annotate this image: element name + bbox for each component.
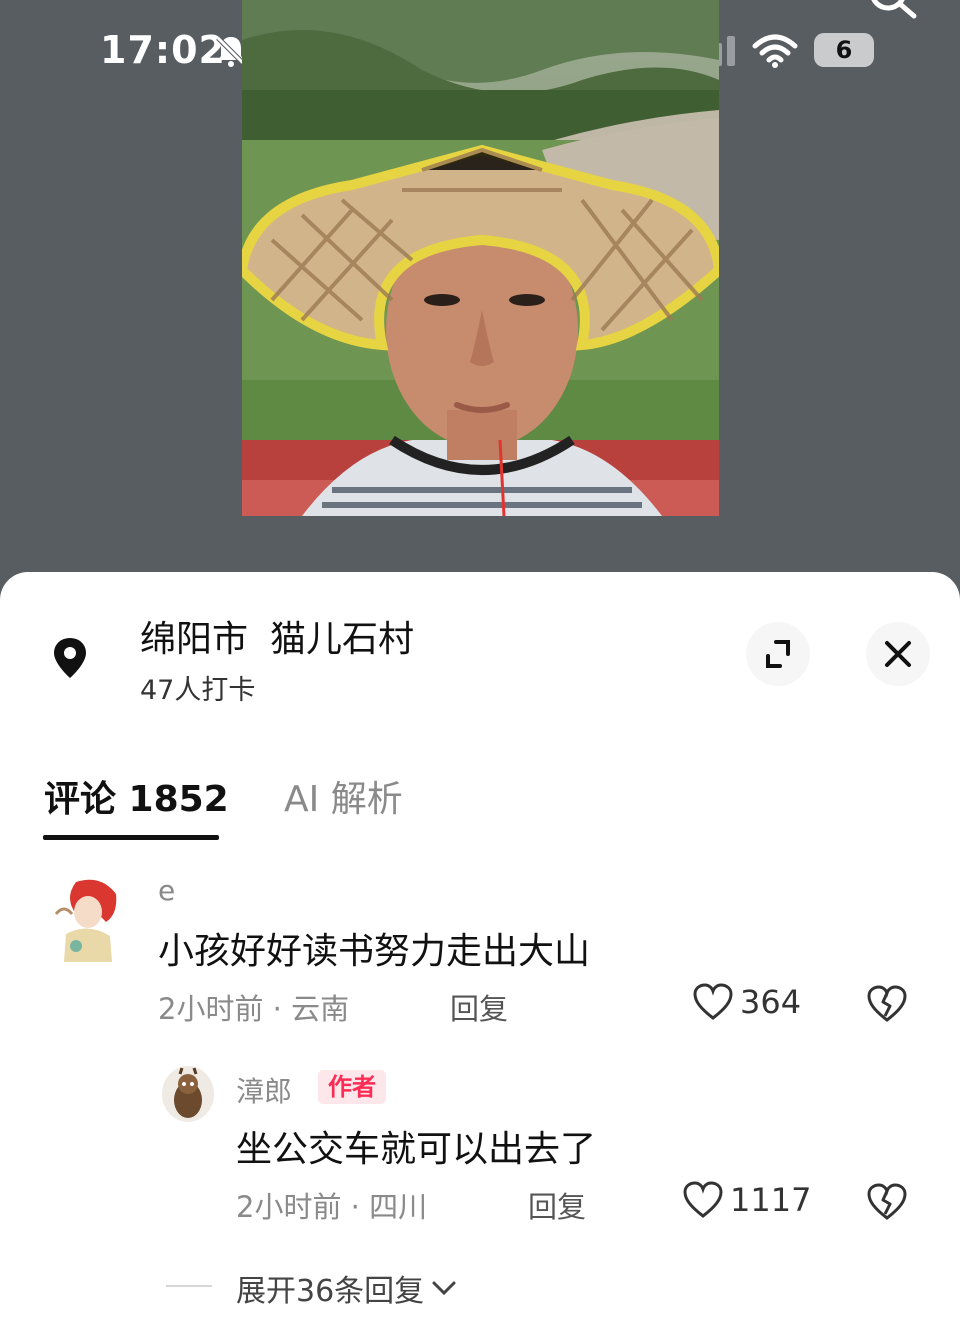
avatar-image — [162, 1066, 214, 1122]
close-button[interactable] — [866, 622, 930, 686]
like-button[interactable]: 364 — [692, 982, 801, 1022]
comment-username[interactable]: e — [158, 874, 175, 907]
heart-icon — [693, 983, 733, 1020]
status-time: 17:02 — [100, 28, 226, 72]
divider — [166, 1285, 212, 1287]
expand-replies-button[interactable]: 展开36条回复 — [236, 1266, 458, 1310]
location-pin-icon — [54, 638, 86, 678]
location-village: 猫儿石村 — [270, 619, 415, 660]
reply-username[interactable]: 漳郎 — [236, 1070, 292, 1110]
location-checkin-count: 47人打卡 — [140, 675, 256, 706]
like-button[interactable]: 1117 — [682, 1180, 811, 1220]
reply-text: 坐公交车就可以出去了 — [236, 1129, 597, 1170]
active-tab-indicator — [43, 835, 219, 840]
avatar[interactable] — [162, 1066, 214, 1122]
comment-text: 小孩好好读书努力走出大山 — [158, 931, 591, 972]
reply-button[interactable]: 回复 — [450, 986, 508, 1028]
expand-replies-label: 展开36条回复 — [236, 1274, 425, 1309]
like-count: 364 — [740, 983, 802, 1021]
comment-meta: 2小时前 · 云南 — [158, 992, 350, 1026]
heart-icon — [683, 1181, 723, 1218]
reply-meta: 2小时前 · 四川 — [236, 1190, 428, 1224]
tab-comments[interactable]: 评论 1852 — [44, 770, 229, 822]
search-icon[interactable] — [862, 0, 922, 28]
close-icon — [885, 641, 911, 667]
like-count: 1117 — [730, 1181, 812, 1219]
reply-button[interactable]: 回复 — [528, 1184, 586, 1226]
wifi-icon — [752, 34, 798, 68]
author-badge: 作者 — [318, 1070, 386, 1104]
broken-heart-icon[interactable] — [866, 1182, 908, 1222]
comments-sheet: 绵阳市 猫儿石村 47人打卡 评论 1852 AI 解析 e 小孩好好读书努力走出… — [0, 572, 960, 1331]
location-title[interactable]: 绵阳市 猫儿石村 — [140, 610, 436, 662]
chevron-down-icon — [432, 1281, 456, 1296]
expand-button[interactable] — [746, 622, 810, 686]
broken-heart-icon[interactable] — [866, 984, 908, 1024]
avatar-image — [46, 874, 126, 962]
battery-icon: 6 — [814, 33, 874, 67]
avatar[interactable] — [46, 874, 126, 962]
video-frame-image — [242, 0, 719, 516]
tab-ai-analysis[interactable]: AI 解析 — [284, 770, 403, 822]
video-player[interactable] — [242, 0, 719, 516]
expand-icon — [766, 640, 790, 668]
location-city: 绵阳市 — [140, 619, 249, 660]
